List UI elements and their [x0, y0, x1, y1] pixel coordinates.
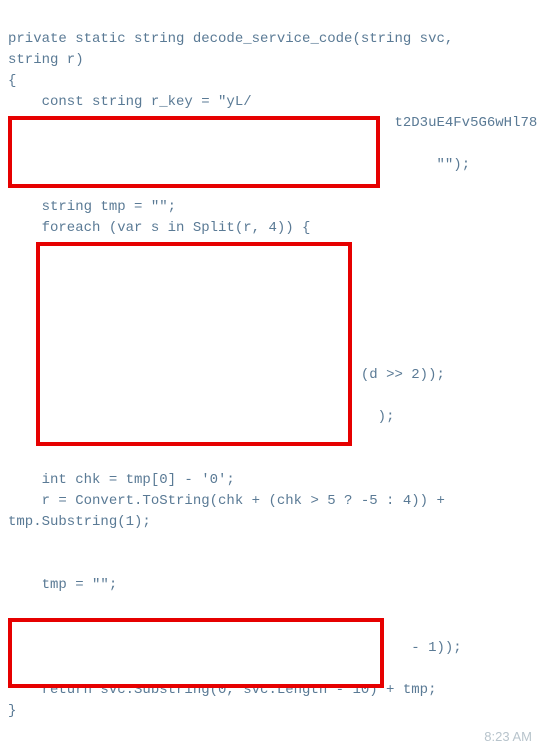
timestamp: 8:23 AM — [484, 727, 532, 747]
redaction-box-1 — [8, 116, 380, 188]
redaction-box-3 — [8, 618, 384, 688]
code-partial: (d >> 2)); — [361, 367, 445, 383]
redaction-box-2 — [36, 242, 352, 446]
code-line: foreach (var s in Split(r, 4)) { — [8, 220, 310, 236]
code-line: tmp = ""; — [8, 577, 117, 593]
code-partial: ); — [378, 409, 395, 425]
code-line: { — [8, 73, 16, 89]
code-line: private static string decode_service_cod… — [8, 31, 453, 47]
code-line: r = Convert.ToString(chk + (chk > 5 ? -5… — [8, 493, 445, 509]
code-partial: ""); — [436, 157, 470, 173]
code-partial: - 1)); — [403, 640, 462, 656]
code-line: string r) — [8, 52, 84, 68]
code-line: const string r_key = "yL/ — [8, 94, 252, 110]
code-line: } — [8, 703, 16, 719]
code-line: tmp.Substring(1); — [8, 514, 151, 530]
code-line: string tmp = ""; — [8, 199, 176, 215]
code-partial: t2D3uE4Fv5G6wHl78 — [394, 115, 537, 131]
code-line: int chk = tmp[0] - '0'; — [8, 472, 235, 488]
